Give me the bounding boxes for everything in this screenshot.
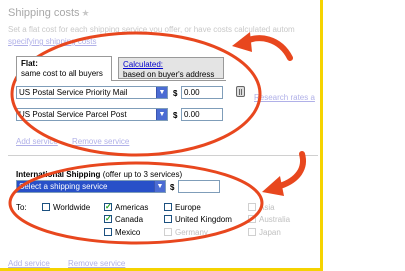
currency-symbol: $ xyxy=(173,111,178,120)
international-heading-title: International Shipping xyxy=(16,170,101,179)
checkbox[interactable] xyxy=(248,203,256,211)
destination-label: United Kingdom xyxy=(175,215,232,224)
international-service-select[interactable]: Select a shipping service ▼ xyxy=(16,180,166,193)
add-service-link[interactable]: Add service xyxy=(16,137,58,146)
research-rates-link[interactable]: Research rates a xyxy=(254,93,315,102)
checkbox-checked[interactable] xyxy=(104,202,112,212)
section-title: Shipping costs ★ xyxy=(8,7,90,19)
destination-americas[interactable]: Americas xyxy=(104,202,149,213)
destination-label: Europe xyxy=(175,203,201,212)
checkbox[interactable] xyxy=(42,203,50,211)
domestic-service-select-1[interactable]: US Postal Service Priority Mail ▼ xyxy=(16,86,168,99)
tab-calculated[interactable]: Calculated: based on buyer's address xyxy=(118,57,224,79)
destination-canada[interactable]: Canada xyxy=(104,214,144,225)
section-title-text: Shipping costs xyxy=(8,7,80,19)
checkbox[interactable] xyxy=(164,215,172,223)
currency-symbol: $ xyxy=(173,89,178,98)
domestic-cost-input-1[interactable]: 0.00 xyxy=(181,86,223,99)
destination-germany[interactable]: Germany xyxy=(164,228,208,238)
checkbox-checked[interactable] xyxy=(104,214,112,224)
checkbox[interactable] xyxy=(248,228,256,236)
international-service-placeholder: Select a shipping service xyxy=(19,182,108,191)
tab-flat-sub: same cost to all buyers xyxy=(21,69,103,78)
checkbox[interactable] xyxy=(164,228,172,236)
currency-symbol: $ xyxy=(170,183,175,192)
to-label: To: xyxy=(16,203,27,212)
destination-europe[interactable]: Europe xyxy=(164,203,201,213)
remove-service-link[interactable]: Remove service xyxy=(72,137,129,146)
tab-flat-label: Flat: xyxy=(21,59,38,68)
domestic-service-value-2: US Postal Service Parcel Post xyxy=(19,110,127,119)
destination-label: Canada xyxy=(115,215,144,224)
domestic-service-select-2[interactable]: US Postal Service Parcel Post ▼ xyxy=(16,108,168,121)
destination-mexico[interactable]: Mexico xyxy=(104,228,140,238)
international-heading: International Shipping (offer up to 3 se… xyxy=(16,170,182,179)
tab-calculated-sub: based on buyer's address xyxy=(123,70,215,79)
star-icon: ★ xyxy=(81,8,90,18)
section-divider xyxy=(8,155,318,156)
shipping-costs-panel: Shipping costs ★ Set a flat cost for each… xyxy=(0,0,323,271)
domestic-cost-input-2[interactable]: 0.00 xyxy=(181,108,223,121)
destination-japan[interactable]: Japan xyxy=(248,228,281,238)
checkbox[interactable] xyxy=(104,228,112,236)
intl-add-service-link[interactable]: Add service xyxy=(8,259,50,268)
destination-label: Mexico xyxy=(115,228,141,237)
destination-worldwide[interactable]: Worldwide xyxy=(42,203,90,213)
international-heading-note: (offer up to 3 services) xyxy=(102,170,183,179)
destination-label: Asia xyxy=(259,203,275,212)
destination-australia[interactable]: Australia xyxy=(248,215,290,225)
destination-asia[interactable]: Asia xyxy=(248,203,275,213)
chevron-down-icon[interactable]: ▼ xyxy=(156,109,167,120)
checkbox[interactable] xyxy=(248,215,256,223)
trash-icon[interactable] xyxy=(236,86,245,97)
international-cost-input[interactable] xyxy=(178,180,220,193)
specifying-shipping-costs-link[interactable]: specifying shipping costs xyxy=(8,37,97,46)
checkbox[interactable] xyxy=(164,203,172,211)
destination-label: Japan xyxy=(259,228,281,237)
destination-label: Worldwide xyxy=(53,203,91,212)
chevron-down-icon[interactable]: ▼ xyxy=(156,87,167,98)
intl-remove-service-link[interactable]: Remove service xyxy=(68,259,125,268)
destination-label: Americas xyxy=(115,203,149,212)
destination-label: Australia xyxy=(259,215,291,224)
tab-calculated-label: Calculated: xyxy=(123,60,164,69)
section-description: Set a flat cost for each shipping servic… xyxy=(8,25,295,34)
tab-flat[interactable]: Flat: same cost to all buyers xyxy=(16,56,112,81)
destination-united-kingdom[interactable]: United Kingdom xyxy=(164,215,232,225)
domestic-service-value-1: US Postal Service Priority Mail xyxy=(19,88,128,97)
chevron-down-icon[interactable]: ▼ xyxy=(154,181,165,192)
destination-label: Germany xyxy=(175,228,208,237)
